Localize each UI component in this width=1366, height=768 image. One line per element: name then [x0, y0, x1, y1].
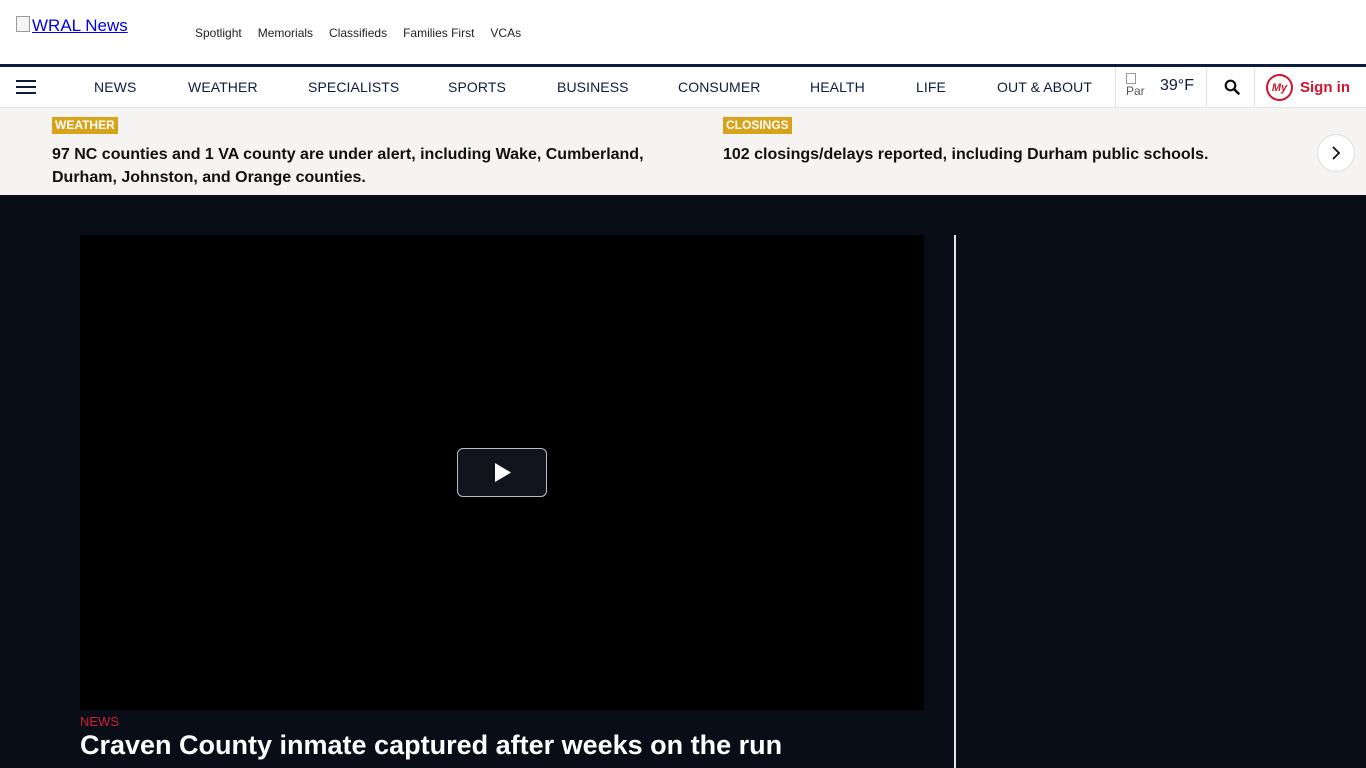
utility-link-classifieds[interactable]: Classifieds	[321, 26, 395, 40]
column-divider	[954, 235, 956, 768]
nav-item-health[interactable]: HEALTH	[810, 79, 865, 95]
logo-alt-text: WRAL News	[32, 16, 128, 35]
story-category[interactable]: NEWS	[80, 714, 119, 729]
play-button[interactable]	[457, 448, 547, 497]
weather-condition-icon: Par	[1126, 73, 1152, 99]
alert-tag-weather: WEATHER	[52, 117, 118, 134]
chevron-right-icon	[1332, 146, 1341, 160]
nav-item-consumer[interactable]: CONSUMER	[678, 79, 760, 95]
top-utility-bar: WRAL News Spotlight Memorials Classified…	[0, 0, 1366, 64]
video-player[interactable]	[80, 235, 924, 710]
nav-item-business[interactable]: BUSINESS	[557, 79, 629, 95]
my-account-icon: My	[1266, 74, 1293, 101]
alert-tag-closings: CLOSINGS	[723, 117, 792, 134]
alerts-strip: WEATHER 97 NC counties and 1 VA county a…	[0, 108, 1366, 195]
alert-weather[interactable]: WEATHER 97 NC counties and 1 VA county a…	[52, 116, 652, 189]
nav-item-sports[interactable]: SPORTS	[448, 79, 506, 95]
utility-links: Spotlight Memorials Classifieds Families…	[187, 26, 529, 40]
nav-item-out-and-about[interactable]: OUT & ABOUT	[997, 79, 1092, 95]
hero-section: NEWS Craven County inmate captured after…	[0, 195, 1366, 768]
nav-item-specialists[interactable]: SPECIALISTS	[308, 79, 399, 95]
current-temperature: 39°F	[1160, 77, 1194, 94]
menu-hamburger-icon[interactable]	[16, 80, 36, 94]
weather-icon-alt: Par	[1126, 84, 1145, 98]
utility-link-families-first[interactable]: Families First	[395, 26, 482, 40]
nav-item-weather[interactable]: WEATHER	[188, 79, 258, 95]
alert-message-weather[interactable]: 97 NC counties and 1 VA county are under…	[52, 143, 652, 189]
alert-closings[interactable]: CLOSINGS 102 closings/delays reported, i…	[723, 116, 1303, 166]
nav-item-life[interactable]: LIFE	[916, 79, 946, 95]
alert-message-closings[interactable]: 102 closings/delays reported, including …	[723, 143, 1303, 166]
story-headline[interactable]: Craven County inmate captured after week…	[80, 730, 940, 761]
weather-widget[interactable]: Par 39°F	[1115, 67, 1207, 108]
sign-in-button[interactable]: My Sign in	[1266, 74, 1350, 101]
sign-in-label: Sign in	[1300, 79, 1350, 96]
search-button[interactable]	[1207, 67, 1255, 108]
wral-news-logo[interactable]: WRAL News	[16, 16, 128, 36]
logo-image-placeholder-icon	[16, 16, 30, 32]
main-nav: NEWS WEATHER SPECIALISTS SPORTS BUSINESS…	[0, 64, 1366, 108]
alerts-next-button[interactable]	[1317, 134, 1355, 172]
search-icon	[1224, 79, 1240, 95]
utility-link-memorials[interactable]: Memorials	[250, 26, 321, 40]
nav-item-news[interactable]: NEWS	[94, 79, 136, 95]
play-icon	[495, 463, 511, 482]
utility-link-spotlight[interactable]: Spotlight	[187, 26, 250, 40]
utility-link-vcas[interactable]: VCAs	[482, 26, 529, 40]
